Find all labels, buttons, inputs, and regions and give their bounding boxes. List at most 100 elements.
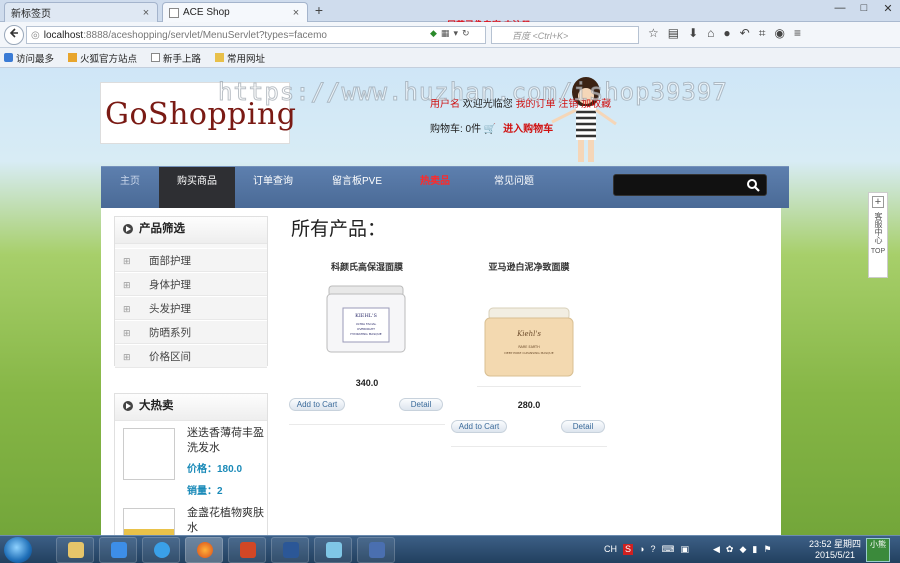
filter-face-care[interactable]: ⊞ 面部护理	[115, 248, 267, 272]
start-button[interactable]	[4, 537, 32, 563]
taskbar-ie[interactable]	[142, 537, 180, 563]
customer-service-label[interactable]: 客服中心	[872, 212, 884, 244]
cart-count: 购物车: 0件	[430, 124, 482, 135]
bookmark-firefox-site[interactable]: 火狐官方站点	[68, 51, 137, 65]
qr-icon[interactable]: ▦	[441, 28, 450, 39]
add-to-cart-button[interactable]: Add to Cart	[289, 398, 345, 411]
product-card: 亚马逊白泥净致面膜 Kiehl's RARE EARTH DEEP PORE C…	[451, 260, 607, 450]
svg-text:DEEP PORE CLEANSING MASQUE: DEEP PORE CLEANSING MASQUE	[504, 351, 553, 355]
help-icon[interactable]: ?	[650, 544, 655, 555]
hot-item-name[interactable]: 迷迭香薄荷丰盈洗发水	[187, 426, 265, 456]
bookmark-star-icon[interactable]: ☆	[648, 26, 659, 41]
page-favicon-icon	[169, 7, 179, 18]
product-image[interactable]: KIEHL'S ULTRA FACIAL OVERNIGHT HYDRATING…	[325, 284, 407, 356]
keyboard-icon[interactable]: ⌨	[661, 544, 674, 555]
flag-icon[interactable]: ⚑	[763, 544, 771, 555]
reading-list-icon[interactable]: ▤	[668, 26, 679, 41]
nav-buy-products[interactable]: 购买商品	[159, 167, 235, 209]
sogou-icon[interactable]: S	[623, 544, 634, 555]
product-image[interactable]: Kiehl's RARE EARTH DEEP PORE CLEANSING M…	[483, 306, 575, 378]
product-thumbnail[interactable]	[123, 428, 175, 480]
plus-icon[interactable]: +	[872, 196, 884, 208]
cart-summary: 购物车: 0件 🛒 进入购物车	[430, 120, 553, 135]
nav-order-query[interactable]: 订单查询	[237, 167, 309, 209]
undo-icon[interactable]: ↶	[740, 26, 750, 41]
taskbar-powerpoint[interactable]	[228, 537, 266, 563]
go-to-cart-link[interactable]: 进入购物车	[503, 124, 553, 135]
tray-app2-icon[interactable]: ◆	[739, 544, 746, 555]
reload-icon[interactable]: ↻	[462, 28, 470, 39]
bookmark-getting-started[interactable]: 新手上路	[151, 51, 201, 65]
nav-message-board[interactable]: 留言板PVE	[319, 167, 395, 209]
crop-icon[interactable]: ⌗	[759, 26, 766, 41]
hot-item[interactable]: 迷迭香薄荷丰盈洗发水 价格：180.0 销量：2	[121, 426, 265, 506]
tray-app-icon[interactable]: ◑	[639, 544, 644, 555]
filter-hair-care[interactable]: ⊞ 头发护理	[115, 296, 267, 320]
menu-icon[interactable]: ≡	[794, 26, 801, 41]
input-language[interactable]: CH	[604, 544, 617, 555]
desktop-gadget[interactable]: 小熊	[866, 538, 890, 562]
filter-body-care[interactable]: ⊞ 身体护理	[115, 272, 267, 296]
product-card: 科颜氏高保湿面膜 KIEHL'S ULTRA FACIAL OVERNIGHT …	[289, 260, 445, 432]
taskbar-app8[interactable]	[357, 537, 395, 563]
search-input[interactable]: 百度 <Ctrl+K>	[491, 26, 639, 44]
detail-button[interactable]: Detail	[561, 420, 605, 433]
svg-text:ULTRA FACIAL: ULTRA FACIAL	[356, 322, 377, 326]
bookmark-common-sites[interactable]: 常用网址	[215, 51, 265, 65]
tab-ace-shop[interactable]: ACE Shop ×	[162, 2, 308, 22]
divider	[289, 424, 445, 425]
site-search-input[interactable]	[613, 174, 767, 196]
product-name[interactable]: 科颜氏高保湿面膜	[289, 260, 445, 273]
back-to-top-button[interactable]: TOP	[869, 248, 887, 255]
hot-item[interactable]: 金盏花植物爽肤水	[121, 506, 265, 535]
close-icon[interactable]: ×	[141, 7, 151, 19]
cart-icon: 🛒	[483, 124, 497, 135]
filter-price-range[interactable]: ⊞ 价格区间	[115, 344, 267, 368]
hot-item-name[interactable]: 金盏花植物爽肤水	[187, 506, 265, 535]
comment-icon[interactable]: ◉	[775, 26, 785, 41]
taskbar-tool[interactable]	[314, 537, 352, 563]
navigation-toolbar: ◎ localhost :8888/aceshopping/servlet/Me…	[0, 22, 900, 48]
tab-new-page[interactable]: 新标签页 ×	[4, 2, 158, 22]
signal-icon[interactable]: ▮	[752, 544, 757, 555]
nav-home[interactable]: 主页	[101, 167, 159, 209]
new-tab-button[interactable]: +	[311, 3, 327, 19]
taskbar-word[interactable]	[271, 537, 309, 563]
nav-hot-products[interactable]: 热卖品	[403, 167, 467, 209]
chat-icon[interactable]: ●	[723, 26, 730, 41]
download-icon[interactable]: ⬇	[688, 26, 698, 41]
nav-faq[interactable]: 常见问题	[477, 167, 551, 209]
dropdown-icon[interactable]: ▾	[453, 28, 458, 39]
volume-icon[interactable]: ◀	[713, 544, 720, 555]
maximize-button[interactable]: □	[856, 2, 872, 15]
back-button[interactable]	[4, 25, 24, 45]
bookmark-most-visited[interactable]: 访问最多	[4, 51, 54, 65]
app8-icon	[369, 542, 385, 558]
clock-date: 2015/5/21	[814, 550, 856, 560]
customer-service-widget[interactable]: + 客服中心 TOP	[868, 192, 888, 278]
filter-sunscreen[interactable]: ⊞ 防晒系列	[115, 320, 267, 344]
network-icon[interactable]: ▣	[680, 544, 689, 555]
settings-icon[interactable]: ✿	[726, 544, 734, 555]
close-icon[interactable]: ×	[291, 7, 301, 19]
detail-button[interactable]: Detail	[399, 398, 443, 411]
taskbar-firefox[interactable]	[185, 537, 223, 563]
product-filter-box: 产品筛选 ⊞ 面部护理 ⊞ 身体护理 ⊞ 头发护理 ⊞ 防晒系列 ⊞ 价格区间	[114, 216, 268, 368]
address-bar[interactable]: ◎ localhost :8888/aceshopping/servlet/Me…	[26, 26, 486, 44]
add-to-cart-button[interactable]: Add to Cart	[451, 420, 507, 433]
home-icon[interactable]: ⌂	[707, 26, 714, 41]
product-name[interactable]: 亚马逊白泥净致面膜	[451, 260, 607, 273]
search-icon	[747, 179, 760, 192]
tab-title: 新标签页	[11, 9, 51, 20]
system-clock[interactable]: 23:52 星期四 2015/5/21	[806, 539, 864, 561]
product-thumbnail[interactable]	[123, 508, 175, 535]
svg-text:Kiehl's: Kiehl's	[516, 330, 541, 338]
taskbar-baidu[interactable]	[99, 537, 137, 563]
main-content: 产品筛选 ⊞ 面部护理 ⊞ 身体护理 ⊞ 头发护理 ⊞ 防晒系列 ⊞ 价格区间 大热卖 迷…	[101, 208, 781, 535]
close-window-button[interactable]: ✕	[880, 2, 896, 15]
folder-icon	[68, 542, 84, 558]
taskbar-explorer[interactable]	[56, 537, 94, 563]
minimize-button[interactable]: —	[832, 2, 848, 15]
clock-time: 23:52 星期四	[808, 539, 862, 549]
shield-icon[interactable]: ◆	[430, 28, 437, 39]
